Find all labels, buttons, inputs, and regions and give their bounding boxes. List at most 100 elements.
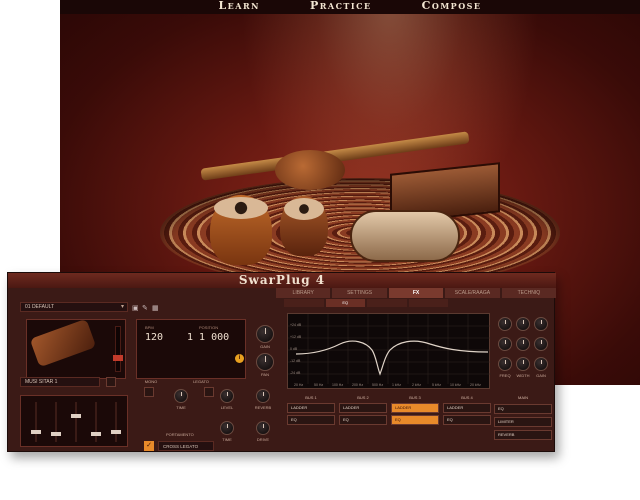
position-value: 1 1 000 [187, 332, 230, 343]
instrument-edit-button[interactable] [106, 377, 116, 387]
nav-practice[interactable]: Practice [310, 0, 372, 14]
eq-x-label: 10 kHz [450, 383, 461, 387]
subtab-1[interactable] [284, 299, 324, 307]
main-limiter-toggle[interactable]: LIMITER [494, 417, 552, 427]
main-section: MAIN EQ LIMITER REVERB [494, 395, 552, 445]
main-label: MAIN [518, 395, 528, 400]
instrument-dropdown[interactable]: MUSI SITAR 1 [20, 377, 100, 387]
eq-y-label: -24 dB [290, 371, 301, 375]
pan-label: PAN [261, 372, 269, 377]
mono-button[interactable] [144, 387, 154, 397]
volume-fader[interactable] [113, 326, 123, 372]
top-nav: Learn Practice Compose [60, 0, 640, 14]
eq-knob[interactable] [534, 317, 548, 331]
bus-filter-select[interactable]: LADDER [443, 403, 491, 413]
eq-curve-svg [288, 314, 491, 384]
bus-4: BUS 4 LADDER EQ [443, 395, 491, 443]
eq-x-label: 200 Hz [352, 383, 364, 387]
drive-knob[interactable] [256, 421, 270, 435]
mixer-slider-1[interactable] [31, 402, 41, 442]
subtab-eq[interactable]: EQ [325, 299, 365, 307]
instrument-preview [26, 318, 126, 379]
pan-knob[interactable] [256, 353, 274, 371]
mixer-sliders [20, 395, 128, 447]
portamento-checkbox[interactable]: ✓ [144, 441, 154, 451]
reverb-knob[interactable] [256, 389, 270, 403]
eq-gain-knob[interactable] [534, 357, 548, 371]
main-eq-toggle[interactable]: EQ [494, 404, 552, 414]
eq-knob[interactable] [516, 337, 530, 351]
eq-x-label: 20 Hz [294, 383, 304, 387]
bus-section: BUS 1 LADDER EQ BUS 2 LADDER EQ BUS 3 LA… [287, 395, 492, 443]
fx-subtabs: EQ [284, 299, 448, 307]
eq-x-label: 20 kHz [470, 383, 481, 387]
main-reverb-toggle[interactable]: REVERB [494, 430, 552, 440]
subtab-4[interactable] [408, 299, 448, 307]
eq-y-label: 0 dB [290, 347, 298, 351]
eq-knob[interactable] [534, 337, 548, 351]
reverb-label: REVERB [254, 405, 272, 410]
portamento-time-knob[interactable] [220, 421, 234, 435]
mixer-slider-2[interactable] [51, 402, 61, 442]
drive-label: DRIVE [256, 437, 270, 442]
eq-knob[interactable] [498, 337, 512, 351]
tool-icon[interactable]: ✎ [142, 304, 148, 312]
nav-compose[interactable]: Compose [422, 0, 482, 14]
bus-1: BUS 1 LADDER EQ [287, 395, 335, 443]
bus-filter-select[interactable]: LADDER [339, 403, 387, 413]
width-knob[interactable] [516, 357, 530, 371]
portamento-label: PORTAMENTO [166, 432, 194, 437]
legato-label: LEGATO [193, 379, 209, 384]
instrument-section: 01 DEFAULT ▣ ✎ ▦ BPM POSITION 120 1 1 00… [16, 297, 274, 451]
time-knob[interactable] [174, 389, 188, 403]
nav-learn[interactable]: Learn [218, 0, 260, 14]
mono-label: MONO [144, 379, 158, 384]
mixer-slider-4[interactable] [91, 402, 101, 442]
bpm-value[interactable]: 120 [145, 332, 163, 343]
legato-dropdown[interactable]: CROSS LEGATO [158, 441, 214, 451]
mixer-slider-5[interactable] [111, 402, 121, 442]
save-icon[interactable]: ▣ [132, 304, 139, 312]
tab-fx[interactable]: FX [388, 288, 444, 298]
bus-fx-select[interactable]: EQ [287, 415, 335, 425]
eq-knob[interactable] [516, 317, 530, 331]
transport-display: BPM POSITION 120 1 1 000 i [136, 319, 246, 379]
bus-3: BUS 3 LADDER EQ [391, 395, 439, 443]
eq-gain-label: GAIN [536, 373, 546, 378]
eq-knob[interactable] [498, 317, 512, 331]
eq-y-label: +12 dB [290, 335, 302, 339]
mixer-slider-3[interactable] [71, 402, 81, 442]
bus-fx-select[interactable]: EQ [391, 415, 439, 425]
gain-knob[interactable] [256, 325, 274, 343]
eq-x-label: 50 Hz [314, 383, 324, 387]
sitar-thumbnail-image [29, 318, 97, 368]
preset-dropdown[interactable]: 01 DEFAULT [20, 302, 128, 312]
bus-fx-select[interactable]: EQ [443, 415, 491, 425]
eq-x-label: 100 Hz [332, 383, 344, 387]
tab-techniq[interactable]: TECHNIQ [501, 288, 557, 298]
subtab-3[interactable] [367, 299, 407, 307]
eq-y-label: +24 dB [290, 323, 302, 327]
info-icon[interactable]: i [235, 354, 244, 363]
tab-scale-raaga[interactable]: SCALE/RAAGA [445, 288, 500, 298]
level-label: LEVEL [220, 405, 234, 410]
pakhawaj-drum-image [350, 210, 460, 262]
legato-button[interactable] [204, 387, 214, 397]
tab-library[interactable]: LIBRARY [276, 288, 331, 298]
portamento-time-label: TIME [222, 437, 232, 442]
plugin-tabs: LIBRARY SETTINGS FX SCALE/RAAGA TECHNIQ [276, 288, 557, 298]
bus-filter-select[interactable]: LADDER [391, 403, 439, 413]
eq-y-label: -12 dB [290, 359, 301, 363]
bus-filter-select[interactable]: LADDER [287, 403, 335, 413]
eq-x-label: 5 kHz [432, 383, 441, 387]
tab-settings[interactable]: SETTINGS [332, 288, 387, 298]
bus-label: BUS 3 [409, 395, 421, 400]
eq-x-label: 1 kHz [392, 383, 401, 387]
level-knob[interactable] [220, 389, 234, 403]
eq-graph[interactable]: +24 dB +12 dB 0 dB -12 dB -24 dB 20 Hz 5… [287, 313, 491, 389]
bus-label: BUS 4 [461, 395, 473, 400]
sitar-body-image [275, 150, 345, 190]
grid-icon[interactable]: ▦ [152, 304, 159, 312]
bus-fx-select[interactable]: EQ [339, 415, 387, 425]
freq-knob[interactable] [498, 357, 512, 371]
